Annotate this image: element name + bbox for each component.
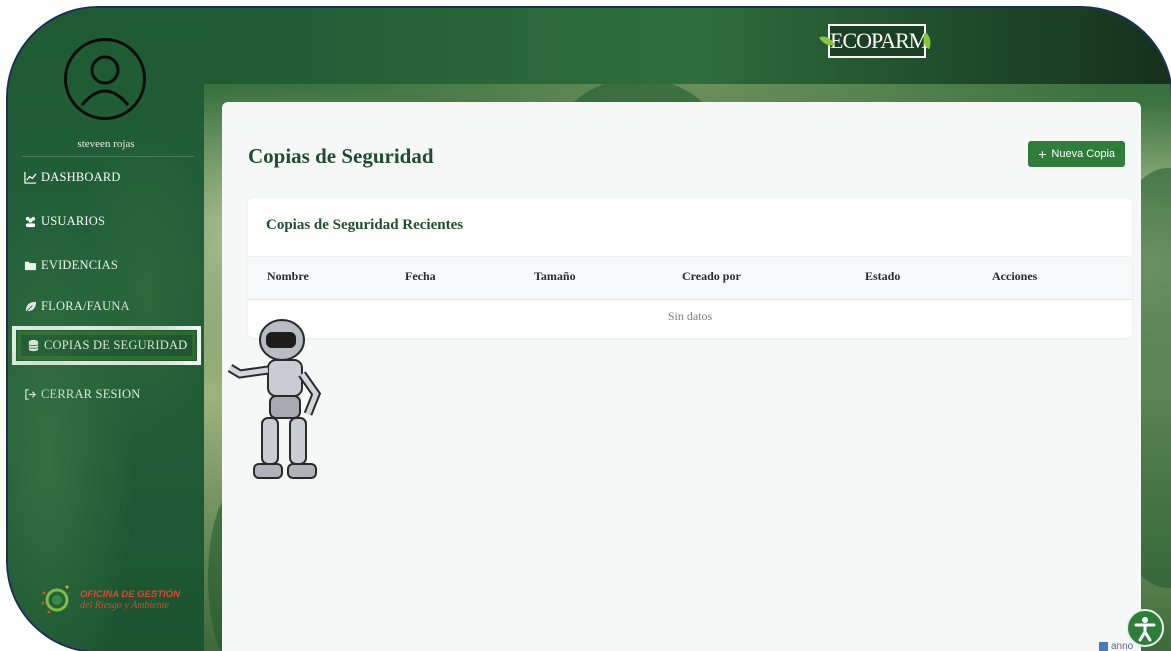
sidebar-item-label: DASHBOARD (41, 170, 121, 184)
app-window: ECOPARM steveen rojas DASHBOARD USUARIOS… (8, 8, 1171, 651)
column-header-nombre[interactable]: Nombre (267, 269, 309, 284)
column-header-tamano[interactable]: Tamaño (534, 269, 576, 284)
sidebar-item-label: FLORA/FAUNA (41, 299, 130, 313)
table-header: Nombre Fecha Tamaño Creado por Estado Ac… (248, 256, 1132, 300)
column-header-acciones[interactable]: Acciones (992, 269, 1037, 284)
empty-table-message: Sin datos (667, 309, 713, 323)
folder-icon (24, 261, 37, 271)
accessibility-icon (1134, 617, 1156, 642)
plus-icon: + (1038, 146, 1047, 162)
sidebar-item-dashboard[interactable]: DASHBOARD (24, 170, 121, 185)
sidebar-item-flora-fauna[interactable]: FLORA/FAUNA (24, 299, 130, 314)
leaf-icon (25, 301, 37, 313)
user-avatar-icon[interactable] (64, 38, 146, 120)
sidebar-item-copias-de-seguridad[interactable]: COPIAS DE SEGURIDAD (12, 326, 202, 365)
users-icon (25, 216, 36, 228)
recent-backups-card: Copias de Seguridad Recientes Nombre Fec… (248, 198, 1132, 338)
column-header-fecha[interactable]: Fecha (405, 269, 436, 284)
chart-line-icon (24, 171, 37, 184)
sidebar-item-label: COPIAS DE SEGURIDAD (44, 338, 188, 352)
username: steveen rojas (77, 138, 135, 150)
sidebar-item-label: USUARIOS (41, 214, 106, 228)
top-bar: ECOPARM (204, 8, 1171, 84)
database-icon (28, 339, 39, 352)
new-backup-label: Nueva Copia (1051, 148, 1115, 160)
page-title: Copias de Seguridad (248, 144, 434, 168)
robot-mascot-icon[interactable] (226, 314, 346, 494)
card-title: Copias de Seguridad Recientes (266, 217, 464, 233)
oficina-gestion-logo: OFICINA DE GESTIÓN del Riesgo y Ambiente (40, 583, 180, 617)
annotation-icon (1099, 642, 1108, 651)
sidebar-item-label: CERRAR SESION (41, 387, 141, 401)
office-subtitle: del Riesgo y Ambiente (80, 600, 169, 611)
sidebar-item-cerrar-sesion[interactable]: CERRAR SESION (24, 387, 141, 402)
office-logo-icon (41, 585, 69, 614)
annotation-widget[interactable]: anno (1099, 641, 1133, 651)
main-panel: Copias de Seguridad + Nueva Copia Copias… (222, 102, 1141, 651)
new-backup-button[interactable]: + Nueva Copia (1028, 141, 1125, 167)
divider (22, 156, 194, 157)
ecoparm-logo: ECOPARM (819, 24, 935, 58)
office-name: OFICINA DE GESTIÓN (80, 589, 180, 600)
column-header-estado[interactable]: Estado (865, 269, 900, 284)
annotation-label: anno (1111, 641, 1134, 651)
column-header-creado-por[interactable]: Creado por (682, 269, 741, 284)
sidebar-item-label: EVIDENCIAS (41, 258, 118, 272)
sidebar: steveen rojas DASHBOARD USUARIOS EVIDENC… (8, 8, 204, 651)
sidebar-item-usuarios[interactable]: USUARIOS (24, 214, 105, 229)
sign-out-icon (25, 389, 37, 400)
sidebar-item-evidencias[interactable]: EVIDENCIAS (24, 258, 118, 273)
